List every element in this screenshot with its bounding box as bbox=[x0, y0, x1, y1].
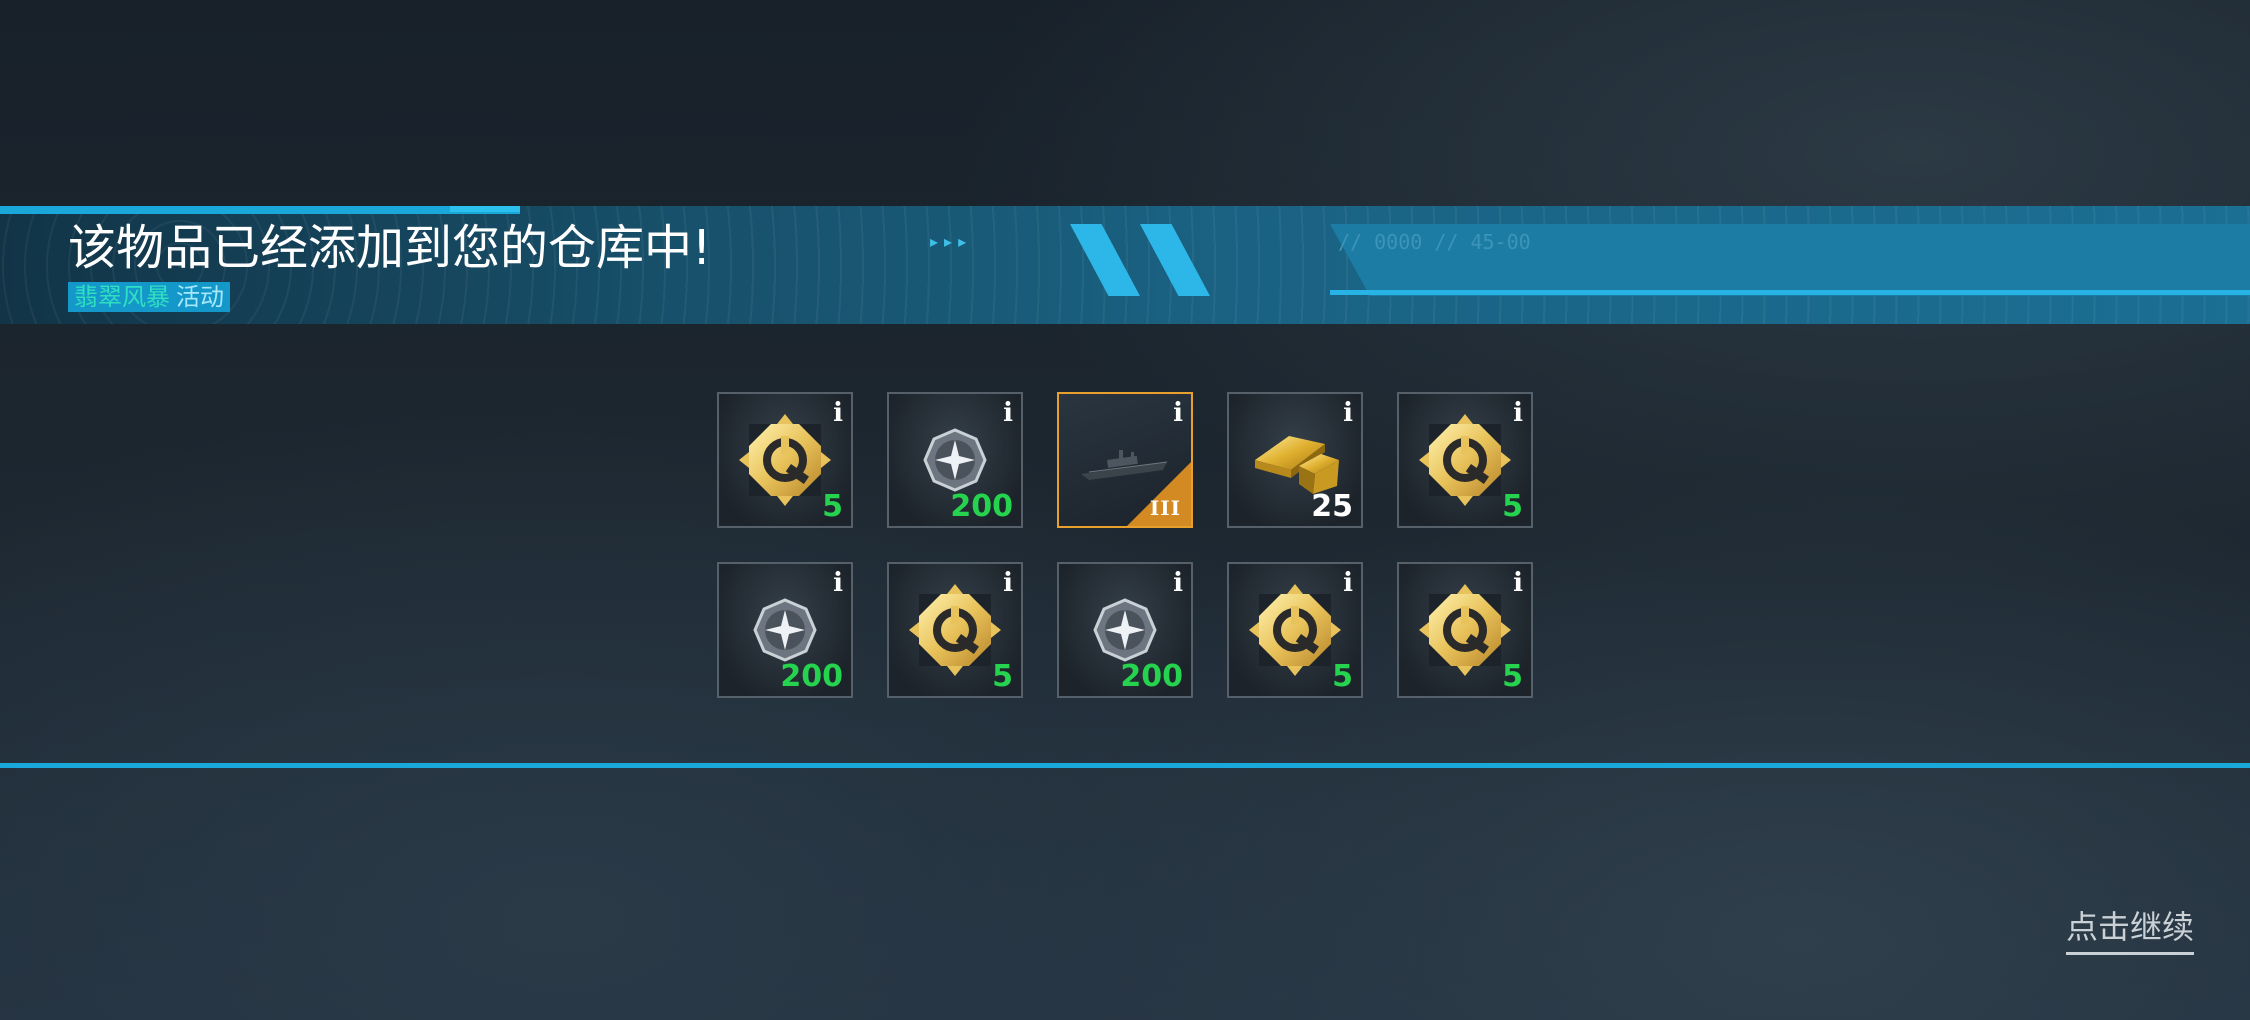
quantity-label: 5 bbox=[1502, 659, 1523, 694]
continue-button[interactable]: 点击继续 bbox=[2066, 902, 2195, 955]
info-button[interactable]: i bbox=[1343, 398, 1353, 428]
page-title: 该物品已经添加到您的仓库中! bbox=[68, 220, 712, 276]
info-button[interactable]: i bbox=[1513, 398, 1523, 428]
deco-arrows: ▸▸▸ bbox=[930, 232, 973, 251]
reward-item[interactable]: i 25 bbox=[1227, 392, 1363, 528]
info-button[interactable]: i bbox=[1173, 568, 1183, 598]
quantity-label: 5 bbox=[1502, 489, 1523, 524]
info-button[interactable]: i bbox=[1513, 568, 1523, 598]
reward-item[interactable]: i 200 bbox=[887, 392, 1023, 528]
banner-line bbox=[1330, 290, 2250, 295]
info-button[interactable]: i bbox=[833, 398, 843, 428]
reward-item[interactable]: i 200 bbox=[1057, 562, 1193, 698]
info-button[interactable]: i bbox=[1003, 568, 1013, 598]
quantity-label: 200 bbox=[950, 489, 1013, 524]
deco-code: // 0000 // 45-00 bbox=[1338, 230, 1531, 254]
quantity-label: 200 bbox=[780, 659, 843, 694]
info-button[interactable]: i bbox=[833, 568, 843, 598]
event-name: 翡翠风暴 bbox=[74, 283, 170, 311]
banner-accent bbox=[450, 206, 520, 212]
info-button[interactable]: i bbox=[1343, 568, 1353, 598]
quantity-label: 25 bbox=[1311, 489, 1353, 524]
reward-item[interactable]: i5 bbox=[717, 392, 853, 528]
event-tag: 翡翠风暴 活动 bbox=[68, 282, 230, 312]
reward-item[interactable]: i 200 bbox=[717, 562, 853, 698]
quantity-label: 5 bbox=[992, 659, 1013, 694]
tier-label: III bbox=[1149, 496, 1181, 520]
quantity-label: 200 bbox=[1120, 659, 1183, 694]
quantity-label: 5 bbox=[1332, 659, 1353, 694]
event-suffix: 活动 bbox=[176, 283, 224, 311]
reward-item[interactable]: i5 bbox=[887, 562, 1023, 698]
reward-item[interactable]: i III bbox=[1057, 392, 1193, 528]
quantity-label: 5 bbox=[822, 489, 843, 524]
banner-accent bbox=[0, 206, 520, 214]
info-button[interactable]: i bbox=[1003, 398, 1013, 428]
reward-grid: i5 i 200 i III i 25 i 5 i 200 i 5 i 200 … bbox=[717, 392, 1533, 698]
reward-item[interactable]: i5 bbox=[1397, 562, 1533, 698]
info-button[interactable]: i bbox=[1173, 398, 1183, 428]
divider-line bbox=[0, 763, 2250, 768]
reward-item[interactable]: i5 bbox=[1397, 392, 1533, 528]
reward-item[interactable]: i5 bbox=[1227, 562, 1363, 698]
